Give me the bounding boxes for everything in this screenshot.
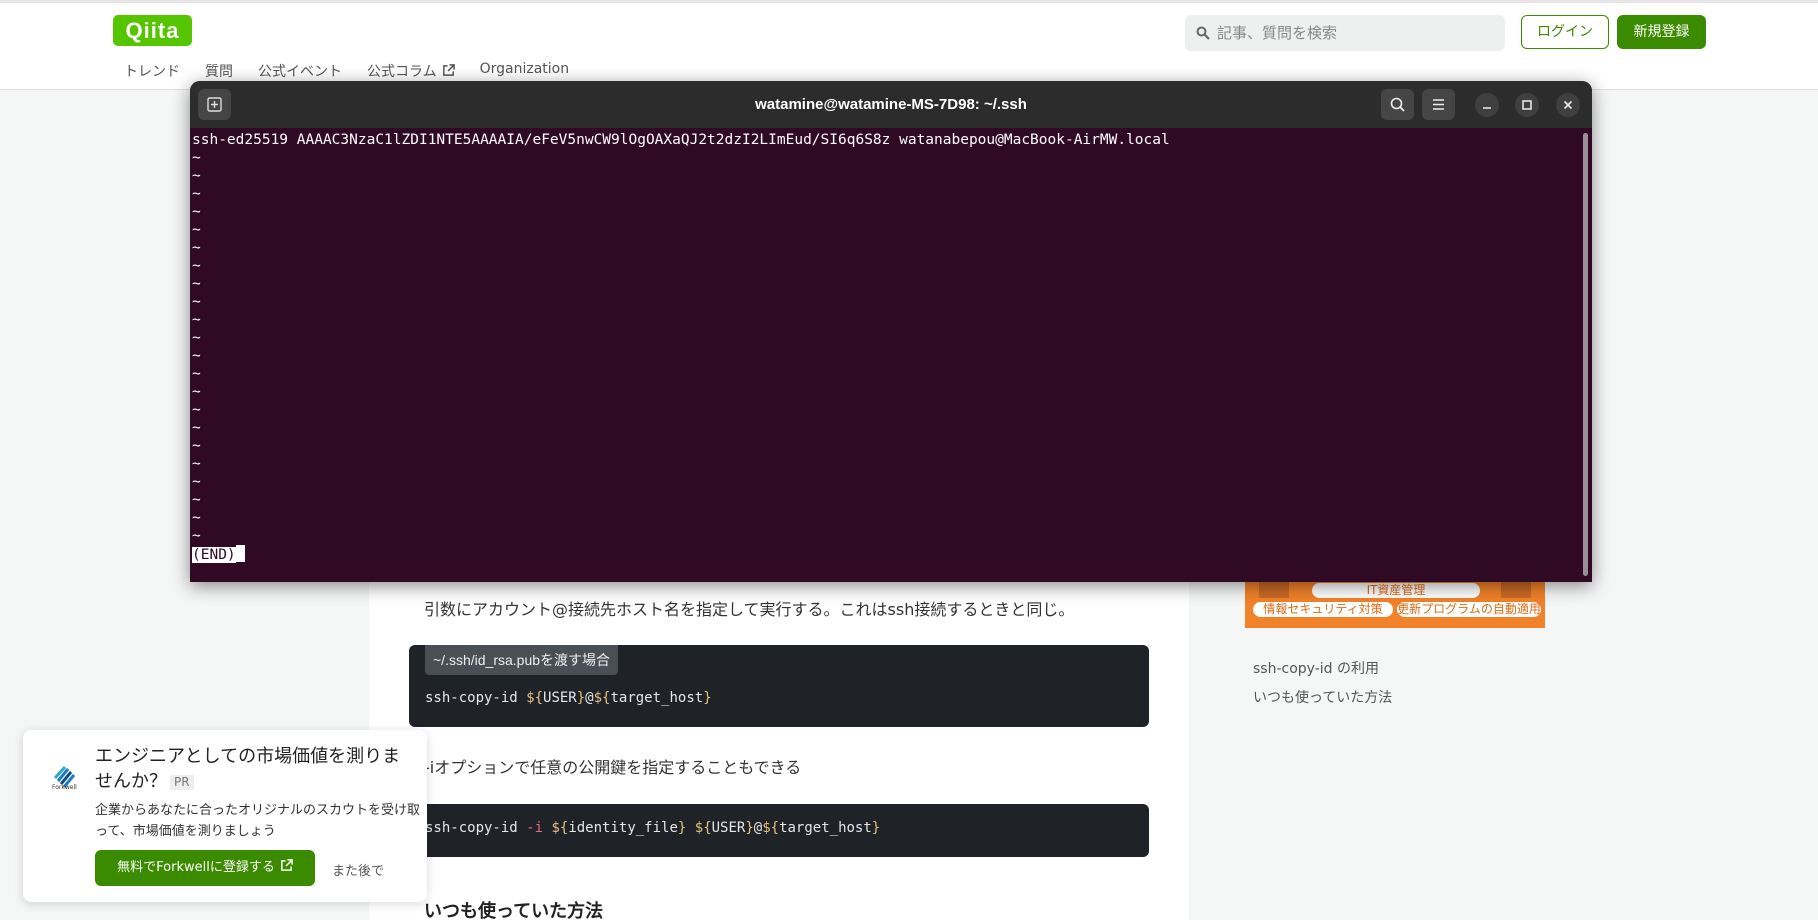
forkwell-title: エンジニアとしての市場価値を測りませんか？ PR <box>95 744 415 794</box>
search-button[interactable] <box>1381 89 1414 120</box>
ad-label: 情報セキュリティ対策 <box>1253 602 1393 617</box>
site-header: Qiita トレンド 質問 公式イベント 公式コラム Organization … <box>0 0 1818 90</box>
global-nav: トレンド 質問 公式イベント 公式コラム Organization <box>124 61 569 81</box>
external-link-icon <box>280 859 293 871</box>
public-key-line: ssh-ed25519 AAAAC3NzaC1lZDI1NTE5AAAAIA/e… <box>192 132 1170 148</box>
close-icon <box>1563 100 1573 110</box>
toc-item[interactable]: いつも使っていた方法 <box>1253 687 1392 707</box>
empty-line-tilde: ~ <box>192 492 201 508</box>
nav-official-column-label: 公式コラム <box>367 64 437 80</box>
close-button[interactable] <box>1556 93 1580 117</box>
empty-line-tilde: ~ <box>192 276 201 292</box>
minimize-icon <box>1483 107 1491 109</box>
paragraph: -iオプションで任意の公開鍵を指定することもできる <box>424 758 802 777</box>
nav-trend[interactable]: トレンド <box>124 61 180 81</box>
code-token: USER <box>711 820 746 836</box>
section-heading: いつも使っていた方法 <box>424 901 604 920</box>
end-marker: (END) <box>192 547 236 563</box>
empty-line-tilde: ~ <box>192 456 201 472</box>
hamburger-menu-icon <box>1433 99 1444 110</box>
terminal-titlebar[interactable]: watamine@watamine-MS-7D98: ~/.ssh <box>190 81 1592 128</box>
empty-line-tilde: ~ <box>192 528 201 544</box>
forkwell-register-button[interactable]: 無料でForkwellに登録する <box>95 850 315 886</box>
code-token: target_host <box>779 820 872 836</box>
empty-line-tilde: ~ <box>192 294 201 310</box>
empty-line-tilde: ~ <box>192 402 201 418</box>
nav-organization[interactable]: Organization <box>480 61 570 81</box>
terminal-output[interactable]: ssh-ed25519 AAAAC3NzaC1lZDI1NTE5AAAAIA/e… <box>192 131 1582 563</box>
empty-line-tilde: ~ <box>192 366 201 382</box>
login-button[interactable]: ログイン <box>1521 15 1609 49</box>
ad-label: IT資産管理 <box>1312 583 1480 598</box>
code-block-title: ~/.ssh/id_rsa.pubを渡す場合 <box>425 645 619 675</box>
nav-questions[interactable]: 質問 <box>205 61 233 81</box>
nav-official-column[interactable]: 公式コラム <box>367 61 455 81</box>
empty-line-tilde: ~ <box>192 348 201 364</box>
code-token: ssh-copy-id <box>425 690 527 706</box>
empty-line-tilde: ~ <box>192 330 201 346</box>
code-token: } <box>703 690 712 706</box>
qiita-logo[interactable]: Qiita <box>113 15 192 46</box>
search-input[interactable]: 記事、質問を検索 <box>1185 15 1505 51</box>
empty-line-tilde: ~ <box>192 240 201 256</box>
forkwell-title-text: エンジニアとしての市場価値を測りませんか？ <box>95 746 401 792</box>
code-line: ssh-copy-id ${USER}@${target_host} <box>425 690 712 706</box>
empty-line-tilde: ~ <box>192 312 201 328</box>
empty-line-tilde: ~ <box>192 510 201 526</box>
empty-line-tilde: ~ <box>192 222 201 238</box>
empty-line-tilde: ~ <box>192 474 201 490</box>
signup-button[interactable]: 新規登録 <box>1617 15 1706 49</box>
search-icon <box>1196 26 1210 40</box>
toc-item[interactable]: ssh-copy-id の利用 <box>1253 658 1379 678</box>
empty-line-tilde: ~ <box>192 150 201 166</box>
empty-line-tilde: ~ <box>192 384 201 400</box>
code-token: ${ <box>551 820 569 836</box>
pr-badge: PR <box>170 775 194 790</box>
code-token: } <box>745 820 754 836</box>
code-token: @ <box>753 820 763 836</box>
code-token: ${ <box>762 820 780 836</box>
forkwell-description: 企業からあなたに合ったオリジナルのスカウトを受け取って、市場価値を測りましょう <box>95 803 421 839</box>
maximize-icon <box>1522 100 1532 110</box>
paragraph: 引数にアカウント@接続先ホスト名を指定して実行する。これはssh接続するときと同… <box>424 600 1075 619</box>
code-token: } <box>576 690 586 706</box>
forkwell-logo-icon <box>53 765 76 788</box>
code-token: ${ <box>593 690 611 706</box>
code-token: USER <box>543 690 577 706</box>
code-token: ssh-copy-id <box>425 820 527 836</box>
text-cursor <box>235 545 245 562</box>
terminal-window[interactable]: watamine@watamine-MS-7D98: ~/.ssh ssh-ed… <box>190 81 1592 582</box>
nav-official-events[interactable]: 公式イベント <box>258 61 342 81</box>
code-token: -i <box>526 820 544 836</box>
search-icon <box>1390 97 1405 112</box>
code-line: ssh-copy-id -i ${identity_file} ${USER}@… <box>425 820 880 836</box>
minimize-button[interactable] <box>1475 93 1499 117</box>
empty-line-tilde: ~ <box>192 438 201 454</box>
empty-line-tilde: ~ <box>192 204 201 220</box>
empty-line-tilde: ~ <box>192 186 201 202</box>
external-link-icon <box>442 64 455 76</box>
code-block: ~/.ssh/id_rsa.pubを渡す場合 ssh-copy-id ${USE… <box>409 645 1149 727</box>
terminal-scrollbar[interactable] <box>1583 133 1588 576</box>
forkwell-logo-text: Forkwell <box>52 784 77 791</box>
empty-line-tilde: ~ <box>192 168 201 184</box>
empty-line-tilde: ~ <box>192 420 201 436</box>
empty-line-tilde: ~ <box>192 258 201 274</box>
code-token: ${ <box>526 690 544 706</box>
code-token: } <box>871 820 881 836</box>
maximize-button[interactable] <box>1515 93 1539 117</box>
menu-button[interactable] <box>1422 89 1455 120</box>
code-token: target_host <box>610 690 704 706</box>
later-link[interactable]: また後で <box>332 860 384 879</box>
ad-label: 更新プログラムの自動適用 <box>1397 602 1541 617</box>
code-token: identity_file <box>568 820 678 836</box>
code-block: ssh-copy-id -i ${identity_file} ${USER}@… <box>409 804 1149 857</box>
forkwell-popup: Forkwell エンジニアとしての市場価値を測りませんか？ PR 企業からあなた… <box>23 730 427 902</box>
code-token: ${ <box>694 820 712 836</box>
code-token: @ <box>585 690 594 706</box>
pager-prompt: (END) <box>192 545 1582 563</box>
forkwell-register-label: 無料でForkwellに登録する <box>117 860 275 875</box>
search-placeholder: 記事、質問を検索 <box>1217 24 1338 42</box>
